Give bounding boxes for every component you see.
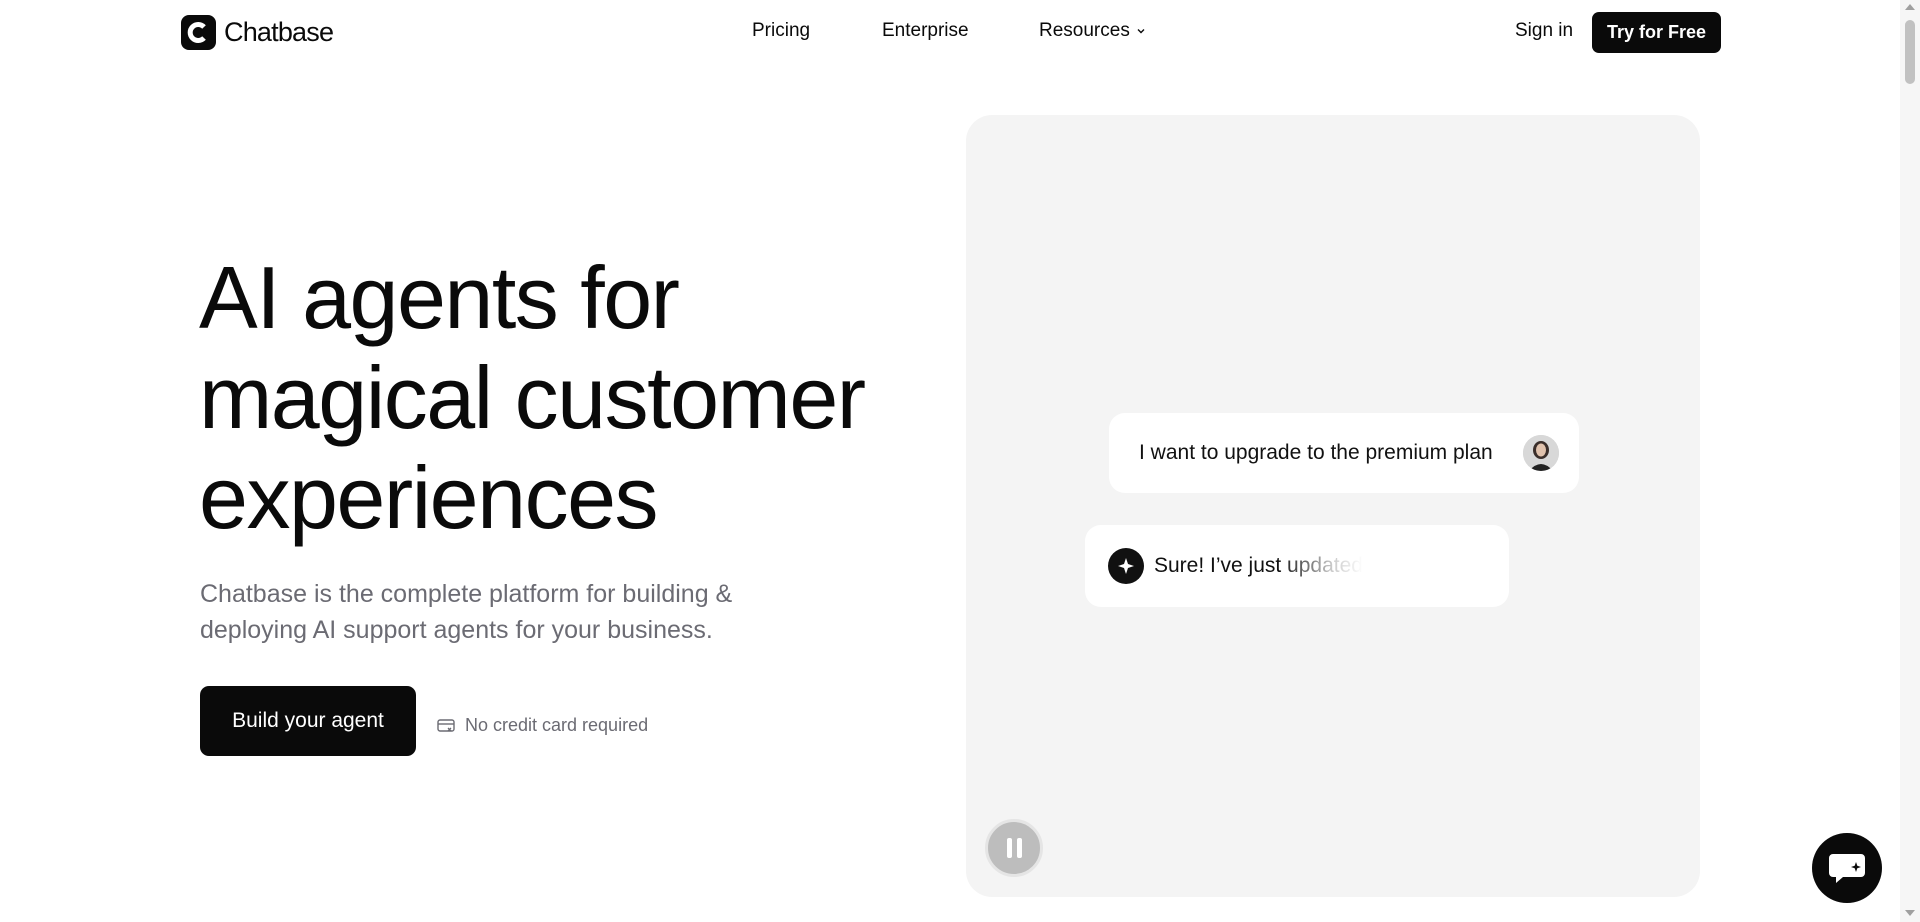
sign-in-link[interactable]: Sign in [1515,20,1573,42]
hero-title-line-1: AI agents for [199,248,680,347]
no-credit-card-note: No credit card required [437,715,648,736]
try-for-free-button[interactable]: Try for Free [1592,12,1721,53]
build-your-agent-button[interactable]: Build your agent [200,686,416,756]
pause-button[interactable] [985,819,1043,877]
chevron-down-icon [1137,29,1145,34]
no-credit-card-text: No credit card required [465,715,649,735]
chat-bubble-icon [1829,854,1865,883]
nav-resources-label: Resources [1039,20,1130,41]
hero-title: AI agents for magical customer experienc… [199,248,959,548]
avatar [1523,435,1559,471]
demo-panel [966,115,1700,897]
scroll-thumb[interactable] [1905,20,1915,84]
user-message-text: I want to upgrade to the premium plan [1139,441,1493,464]
logo[interactable]: Chatbase [181,15,334,50]
scroll-down-arrow-icon[interactable] [1905,910,1915,916]
credit-card-icon [437,718,455,732]
logo-icon [181,15,216,50]
bot-message-bubble: Sure! I’ve just updated [1085,525,1509,607]
bot-message-text: Sure! I’ve just updated [1154,554,1363,577]
build-agent-cta: Build your agent [200,686,416,766]
nav-enterprise[interactable]: Enterprise [882,20,969,42]
hero-subtitle: Chatbase is the complete platform for bu… [200,580,733,644]
hero-title-line-2: magical customer [199,348,866,447]
chat-widget-button[interactable] [1812,833,1882,903]
sparkle-icon [1108,548,1144,584]
pause-icon-bar [1016,838,1022,858]
pause-icon [1006,838,1012,858]
scroll-up-arrow-icon[interactable] [1905,4,1915,10]
user-message-bubble: I want to upgrade to the premium plan [1109,413,1579,493]
nav-pricing[interactable]: Pricing [752,20,810,42]
page-scrollbar[interactable] [1900,0,1920,922]
logo-text: Chatbase [224,17,334,47]
site-header: Chatbase Pricing Enterprise Resources Si… [0,0,1900,66]
hero-title-line-3: experiences [199,448,659,547]
nav-resources[interactable]: Resources [1039,20,1146,42]
